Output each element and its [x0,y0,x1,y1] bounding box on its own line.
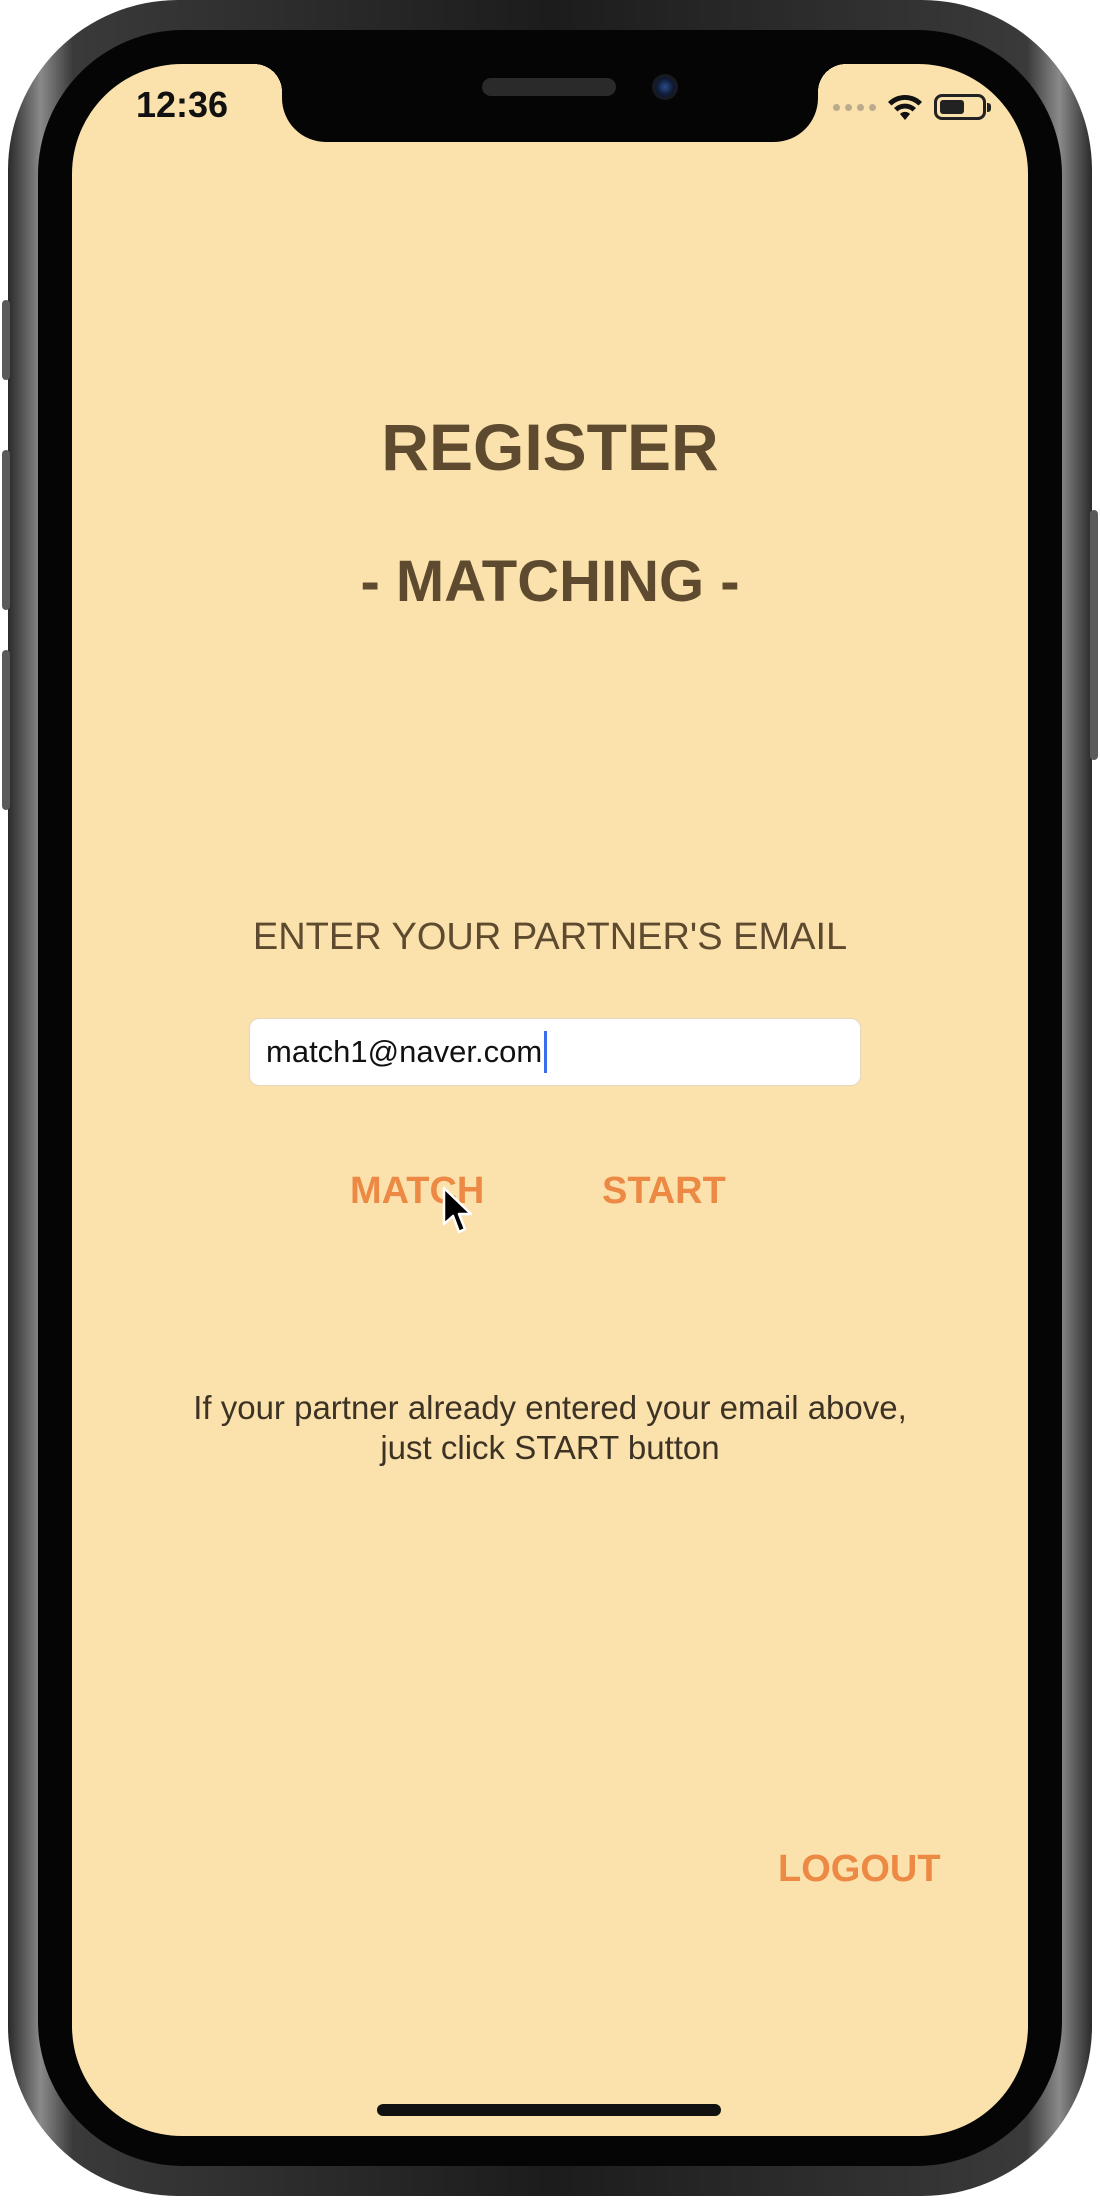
text-caret [544,1031,548,1073]
logout-button[interactable]: LOGOUT [778,1848,941,1891]
cellular-signal-icon [833,103,876,111]
help-text: If your partner already entered your ema… [72,1388,1028,1468]
partner-email-value: match1@naver.com [266,1034,543,1069]
email-prompt-label: ENTER YOUR PARTNER'S EMAIL [252,916,848,958]
mouse-pointer-icon [442,1186,473,1234]
battery-icon [934,94,991,120]
notch [254,64,846,142]
side-button [2,300,10,380]
page-title: REGISTER [381,410,719,484]
partner-email-input[interactable]: match1@naver.com [249,1018,861,1086]
status-time: 12:36 [136,84,229,125]
page-subtitle: - MATCHING - [360,549,740,614]
volume-down-button [2,650,10,810]
help-text-line-2: just click START button [380,1429,720,1466]
front-camera [652,74,678,100]
wifi-icon [888,94,922,120]
volume-up-button [2,450,10,610]
app-screen: 12:36 REGISTER - MATCHING - ENTER YOUR P… [72,64,1028,2136]
home-indicator[interactable] [377,2104,721,2116]
start-button[interactable]: START [602,1170,726,1213]
power-button [1090,510,1098,760]
speaker-grille [482,78,616,96]
status-icons [833,92,991,122]
help-text-line-1: If your partner already entered your ema… [193,1389,907,1426]
